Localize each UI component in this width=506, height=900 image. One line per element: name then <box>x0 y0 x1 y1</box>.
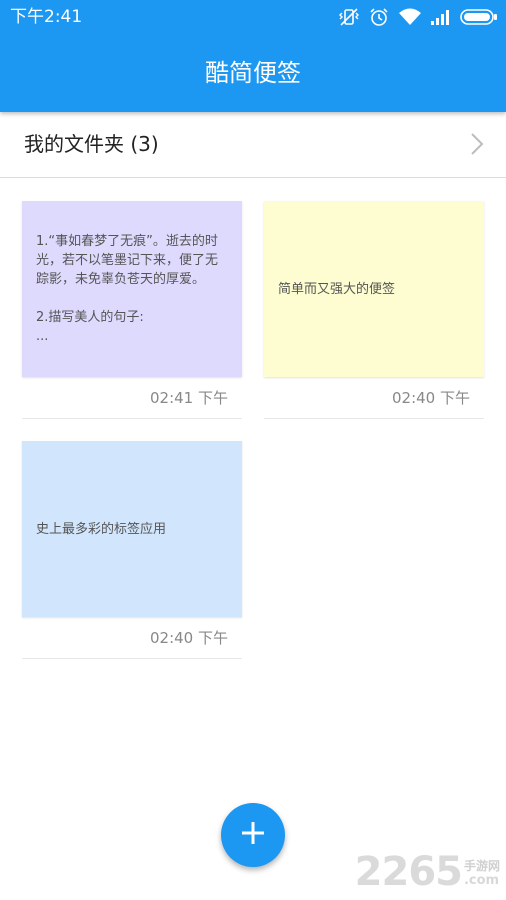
app-bar: 下午2:41 酷简便签 <box>0 0 506 112</box>
battery-icon <box>460 8 498 26</box>
signal-icon <box>430 8 452 26</box>
site-watermark: 2265 手游网 .com <box>355 852 500 892</box>
add-note-button[interactable] <box>221 803 285 867</box>
vibrate-off-icon <box>338 6 360 28</box>
note-text: 简单而又强大的便签 <box>278 281 396 297</box>
status-bar: 下午2:41 <box>0 0 506 36</box>
status-icons <box>338 5 498 29</box>
alarm-icon <box>368 6 390 28</box>
note-card[interactable]: 1.“事如春梦了无痕”。逝去的时光，若不以笔墨记下来，便了无踪影，未免辜负苍天的… <box>22 201 242 419</box>
note-time: 02:40 下午 <box>150 629 228 647</box>
note-text: 史上最多彩的标签应用 <box>36 521 167 537</box>
note-body: 简单而又强大的便签 <box>264 201 484 377</box>
watermark-suffix: .com <box>463 873 500 888</box>
watermark-cn: 手游网 <box>463 859 500 873</box>
wifi-icon <box>398 7 422 27</box>
status-time: 下午2:41 <box>10 7 83 27</box>
note-time: 02:40 下午 <box>392 389 470 407</box>
plus-icon <box>240 820 266 850</box>
watermark-digits: 2265 <box>354 849 463 895</box>
note-card[interactable]: 简单而又强大的便签 02:40 下午 <box>264 201 484 419</box>
note-body: 史上最多彩的标签应用 <box>22 441 242 617</box>
note-time: 02:41 下午 <box>150 389 228 407</box>
note-text: 1.“事如春梦了无痕”。逝去的时光，若不以笔墨记下来，便了无踪影，未免辜负苍天的… <box>36 234 219 344</box>
note-card[interactable]: 史上最多彩的标签应用 02:40 下午 <box>22 441 242 659</box>
folder-row[interactable]: 我的文件夹 (3) <box>0 112 506 178</box>
folder-label: 我的文件夹 (3) <box>24 132 159 156</box>
page-title: 酷简便签 <box>205 59 301 87</box>
watermark-side: 手游网 .com <box>464 859 500 888</box>
note-body: 1.“事如春梦了无痕”。逝去的时光，若不以笔墨记下来，便了无踪影，未免辜负苍天的… <box>22 201 242 377</box>
chevron-right-icon <box>470 132 484 160</box>
